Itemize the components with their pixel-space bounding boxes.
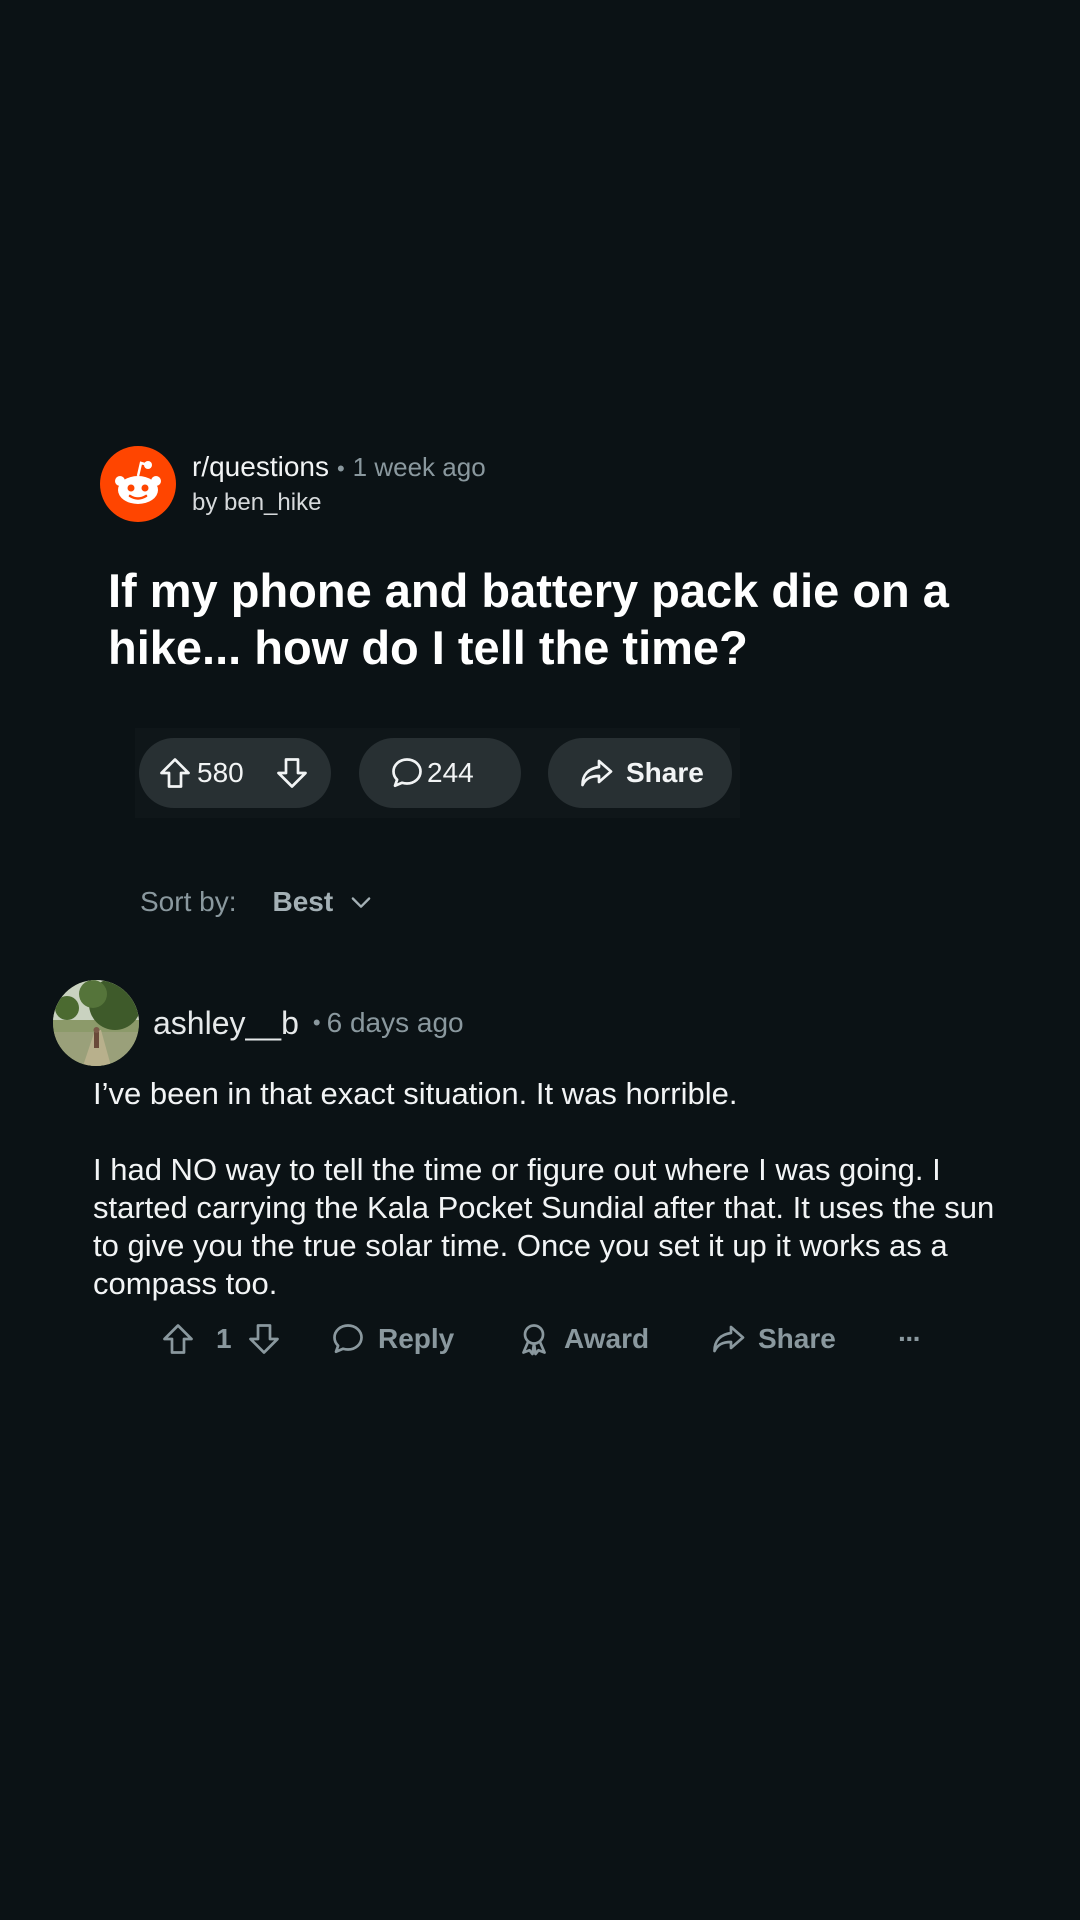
comment-meta-separator: • (312, 1010, 321, 1035)
comment-vote-count: 1 (216, 1323, 232, 1354)
comment-count: 244 (427, 757, 474, 788)
downvote-button[interactable] (274, 755, 310, 791)
commenter-avatar[interactable] (53, 980, 139, 1066)
upvote-button[interactable] (157, 755, 193, 791)
share-button[interactable]: Share (548, 738, 732, 808)
subreddit-name[interactable]: r/questions (192, 451, 329, 483)
reddit-logo-icon (115, 461, 161, 504)
vote-control: 580 (139, 738, 331, 808)
more-icon: ··· (898, 1323, 922, 1354)
avatar-photo (53, 980, 139, 1066)
comments-button[interactable]: 244 (359, 738, 521, 808)
subreddit-avatar[interactable] (100, 446, 176, 522)
share-icon (581, 759, 613, 787)
comment-icon (333, 1324, 363, 1354)
reply-label: Reply (378, 1323, 455, 1354)
meta-separator: • (336, 456, 345, 481)
post-header: r/questions • 1 week ago by ben_hike (100, 446, 486, 522)
comment-paragraph: I had NO way to tell the time or figure … (93, 1152, 995, 1301)
post-title: If my phone and battery pack die on a hi… (108, 564, 949, 674)
upvote-icon (163, 1324, 193, 1354)
post-author[interactable]: by ben_hike (192, 489, 486, 517)
post-action-bar: 580 244 Share (135, 728, 740, 818)
share-label: Share (626, 757, 704, 788)
post-time: 1 week ago (352, 452, 486, 482)
comment-upvote-button[interactable] (160, 1316, 196, 1362)
share-icon (713, 1325, 745, 1353)
sort-dropdown[interactable]: Best (272, 886, 333, 918)
sort-label: Sort by: (140, 886, 237, 917)
comment-paragraph: I’ve been in that exact situation. It wa… (93, 1076, 738, 1111)
upvote-icon (160, 758, 190, 788)
sort-control: Sort by: Best (140, 886, 375, 918)
award-label: Award (564, 1323, 650, 1354)
comment-body: I’ve been in that exact situation. It wa… (93, 1075, 1013, 1303)
downvote-icon (276, 758, 307, 788)
comment-actions: 1 Reply Award Share ··· (160, 1316, 940, 1362)
chevron-down-icon[interactable] (347, 888, 375, 916)
comment-icon (392, 758, 422, 788)
downvote-icon (249, 1324, 279, 1354)
comment-header: ashley__b • 6 days ago (53, 980, 464, 1066)
comment-author[interactable]: ashley__b (153, 1005, 299, 1042)
comment-share-button[interactable]: Share (710, 1316, 836, 1362)
comment-downvote-button[interactable] (246, 1316, 282, 1362)
post-page: r/questions • 1 week ago by ben_hike If … (0, 0, 1080, 1920)
upvote-count: 580 (197, 757, 244, 788)
award-button[interactable]: Award (516, 1316, 649, 1362)
more-options-button[interactable]: ··· (898, 1316, 922, 1362)
comment-time: 6 days ago (326, 1007, 464, 1038)
post-meta: r/questions • 1 week ago by ben_hike (192, 451, 486, 517)
comment-share-label: Share (758, 1323, 836, 1354)
award-icon (522, 1324, 546, 1356)
reply-button[interactable]: Reply (330, 1316, 454, 1362)
